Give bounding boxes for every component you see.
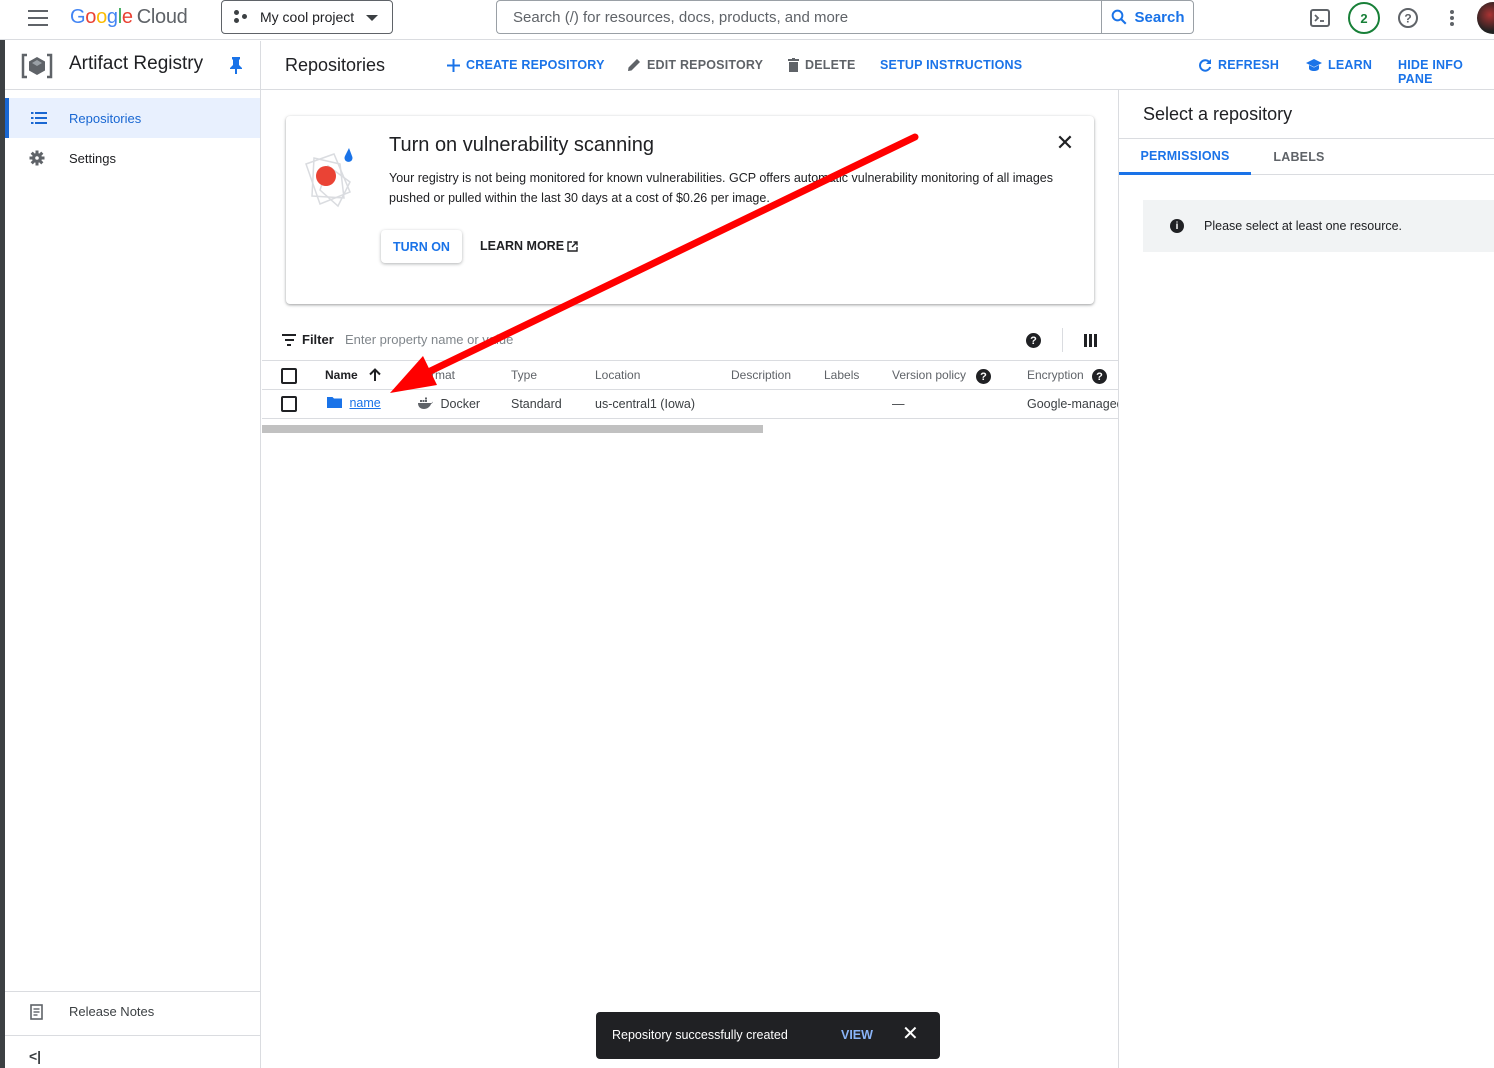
location-cell: us-central1 (Iowa) <box>595 397 696 411</box>
page-title: Repositories <box>285 55 386 75</box>
arrow-up-icon <box>369 368 381 381</box>
horizontal-scrollbar[interactable] <box>262 425 763 433</box>
help-icon[interactable]: ? <box>1395 5 1421 31</box>
cloud-shell-icon[interactable] <box>1307 5 1333 31</box>
help-icon[interactable]: ? <box>1026 333 1041 348</box>
tab-permissions[interactable]: PERMISSIONS <box>1119 139 1251 175</box>
artifact-registry-icon <box>21 53 53 79</box>
format-cell: Docker <box>417 397 480 411</box>
setup-instructions-button[interactable]: SETUP INSTRUCTIONS <box>880 58 1022 72</box>
info-panel-title: Select a repository <box>1143 104 1293 124</box>
info-icon: i <box>1170 219 1184 233</box>
version-policy-cell: — <box>892 397 905 411</box>
close-icon[interactable]: ✕ <box>902 1024 919 1044</box>
turn-on-button[interactable]: TURN ON <box>381 230 462 263</box>
table-row[interactable]: name Docker Standard us-central1 (Iowa) … <box>262 390 1118 419</box>
pencil-icon <box>628 59 640 71</box>
refresh-icon <box>1199 59 1212 72</box>
column-header-encryption[interactable]: Encryption <box>1027 368 1084 382</box>
project-name: My cool project <box>260 9 355 25</box>
column-header-labels[interactable]: Labels <box>824 368 859 382</box>
scanning-illustration-icon <box>305 148 353 208</box>
more-vert-icon[interactable] <box>1439 5 1465 31</box>
open-in-new-icon <box>567 240 578 252</box>
sidebar-item-label: Settings <box>69 150 116 166</box>
column-header-version-policy[interactable]: Version policy <box>892 368 966 382</box>
delete-button[interactable]: DELETE <box>788 58 856 72</box>
search-button[interactable]: Search <box>1101 0 1194 34</box>
encryption-cell: Google-managed <box>1027 397 1118 411</box>
product-title: Artifact Registry <box>69 53 204 74</box>
sidebar-item-label: Repositories <box>69 110 142 126</box>
main-menu-icon[interactable] <box>28 10 48 26</box>
folder-icon <box>327 397 342 408</box>
filter-bar: Filter Enter property name or value ? <box>262 320 1118 360</box>
view-button[interactable]: VIEW <box>841 1028 873 1042</box>
left-nav: Artifact Registry Repositories Settings … <box>5 41 261 1068</box>
banner-text: Your registry is not being monitored for… <box>389 171 1053 205</box>
help-icon[interactable]: ? <box>976 369 991 384</box>
product-header: Artifact Registry <box>5 41 260 90</box>
gear-icon <box>5 150 69 166</box>
create-repository-button[interactable]: CREATE REPOSITORY <box>447 58 605 72</box>
trash-icon <box>788 58 799 72</box>
search-button-label: Search <box>1134 8 1185 26</box>
close-icon[interactable]: ✕ <box>1054 132 1076 154</box>
learn-button[interactable]: LEARN <box>1306 58 1372 72</box>
svg-text:?: ? <box>1404 12 1411 26</box>
school-icon <box>1306 58 1322 71</box>
collapse-nav-icon[interactable]: <| <box>29 1048 41 1064</box>
page: { "topbar": { "logo_google": ["G","o","o… <box>0 0 1494 1068</box>
snackbar: Repository successfully created VIEW ✕ <box>596 1012 940 1059</box>
sidebar-item-settings[interactable]: Settings <box>5 138 260 178</box>
search-input[interactable]: Search (/) for resources, docs, products… <box>496 0 1102 34</box>
release-notes-link[interactable]: Release Notes <box>5 991 260 1031</box>
info-panel: Select a repository PERMISSIONS LABELS i… <box>1118 90 1494 1068</box>
column-header-description[interactable]: Description <box>731 368 791 382</box>
info-message: i Please select at least one resource. <box>1143 200 1494 252</box>
divider <box>1062 328 1063 352</box>
page-toolbar: Repositories CREATE REPOSITORY EDIT REPO… <box>261 41 1494 90</box>
row-checkbox[interactable] <box>281 396 297 412</box>
account-avatar[interactable] <box>1477 2 1494 34</box>
snackbar-message: Repository successfully created <box>612 1028 788 1042</box>
column-header-location[interactable]: Location <box>595 368 640 382</box>
edit-repository-button[interactable]: EDIT REPOSITORY <box>627 58 763 72</box>
list-icon <box>9 111 69 125</box>
hide-info-panel-button[interactable]: HIDE INFO PANE <box>1398 58 1494 86</box>
sidebar-item-repositories[interactable]: Repositories <box>5 98 260 138</box>
top-bar: Google Cloud My cool project Search (/) f… <box>0 0 1494 40</box>
google-cloud-logo[interactable]: Google Cloud <box>70 6 188 29</box>
banner-title: Turn on vulnerability scanning <box>389 134 654 156</box>
filter-input[interactable]: Enter property name or value <box>345 332 513 347</box>
table-header: Name Format Type Location Description La… <box>262 360 1118 390</box>
filter-label: Filter <box>302 332 334 347</box>
column-display-options-icon[interactable] <box>1084 334 1097 347</box>
tab-labels[interactable]: LABELS <box>1251 139 1347 175</box>
release-notes-icon <box>5 1003 69 1020</box>
add-icon <box>447 58 460 72</box>
type-cell: Standard <box>511 397 562 411</box>
help-icon[interactable]: ? <box>1092 369 1107 384</box>
column-header-format[interactable]: Format <box>417 368 455 382</box>
learn-more-link[interactable]: LEARN MORE <box>480 239 578 253</box>
chevron-down-icon <box>366 15 378 21</box>
project-picker[interactable]: My cool project <box>221 0 393 34</box>
info-tabs: PERMISSIONS LABELS <box>1119 138 1494 175</box>
release-notes-label: Release Notes <box>69 1004 155 1019</box>
refresh-button[interactable]: REFRESH <box>1198 58 1279 72</box>
vulnerability-scanning-banner: Turn on vulnerability scanning Your regi… <box>286 116 1094 304</box>
search-icon <box>1112 9 1127 25</box>
column-header-name[interactable]: Name <box>325 368 381 382</box>
collapse-nav-row: <| <box>5 1035 260 1068</box>
column-header-type[interactable]: Type <box>511 368 537 382</box>
notifications-badge[interactable]: 2 <box>1348 2 1380 34</box>
docker-icon <box>418 397 433 409</box>
select-all-checkbox[interactable] <box>281 368 297 384</box>
filter-icon <box>282 334 296 346</box>
project-icon <box>234 10 250 24</box>
pin-icon[interactable] <box>229 56 243 74</box>
repository-name-link[interactable]: name <box>327 396 381 410</box>
